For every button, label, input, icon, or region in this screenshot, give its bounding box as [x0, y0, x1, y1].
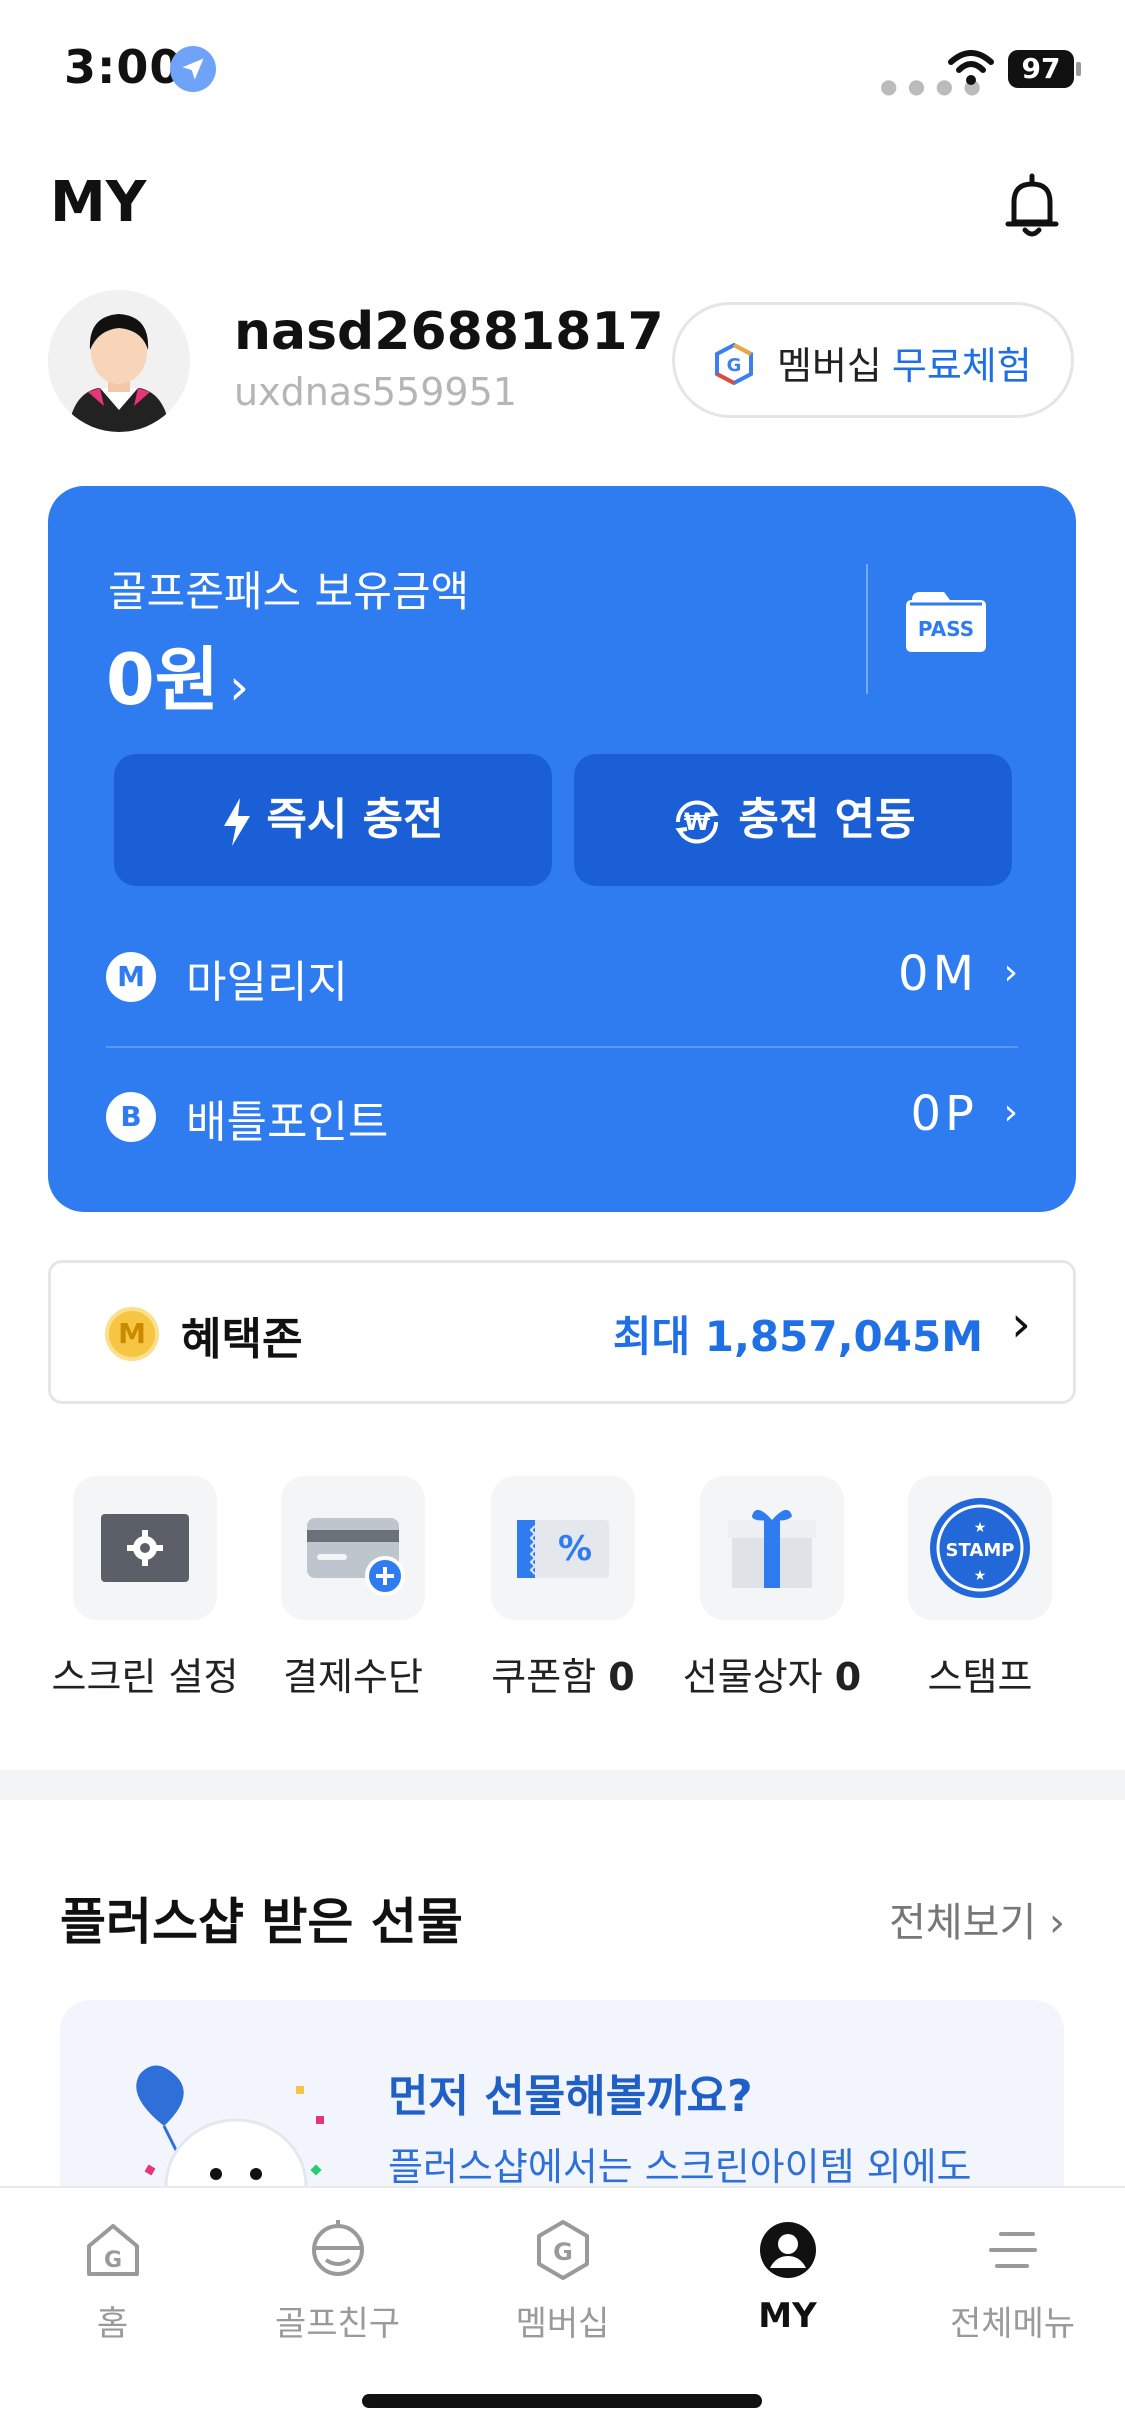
benefit-zone-value: 최대 1,857,045M — [612, 1312, 983, 1361]
chevron-right-icon: › — [1003, 1092, 1018, 1133]
mileage-row[interactable]: M 마일리지 0M › — [106, 926, 1018, 1026]
tab-label: 홈 — [96, 2304, 129, 2344]
mileage-label: 마일리지 — [186, 957, 348, 1008]
profile-user-id: uxdnas559951 — [234, 370, 517, 414]
shortcut-label: 스탬프 — [927, 1655, 1033, 1699]
battle-point-badge-icon: B — [106, 1092, 156, 1142]
pass-balance-label: 골프존패스 보유금액 — [108, 567, 470, 616]
tab-all-menu[interactable]: 전체메뉴 — [900, 2218, 1125, 2345]
svg-text:★: ★ — [974, 1520, 987, 1536]
mileage-value: 0M — [898, 946, 978, 1002]
golfzon-g-icon: G — [715, 343, 753, 385]
shortcut-gift-box[interactable]: 선물상자 0 — [667, 1476, 877, 1701]
menu-icon — [988, 2232, 1037, 2268]
status-time: 3:00 — [64, 40, 183, 94]
home-icon: G — [86, 2224, 139, 2276]
battle-point-value: 0P — [910, 1086, 978, 1142]
shortcut-label: 결제수단 — [283, 1655, 423, 1699]
svg-text:₩: ₩ — [684, 808, 711, 836]
svg-text:STAMP: STAMP — [946, 1540, 1015, 1561]
location-arrow-icon — [170, 46, 216, 92]
svg-text:G: G — [727, 355, 742, 376]
benefit-zone-label: 혜택존 — [181, 1314, 303, 1365]
membership-trial-highlight: 무료체험 — [891, 344, 1032, 388]
svg-text:PASS: PASS — [918, 617, 974, 641]
gifts-view-all-link[interactable]: 전체보기 › — [889, 1890, 1065, 1948]
row-divider — [106, 1046, 1018, 1048]
tab-label: 멤버십 — [515, 2304, 610, 2344]
chevron-right-icon: › — [229, 658, 250, 716]
shortcut-payment-method[interactable]: 결제수단 — [248, 1476, 458, 1701]
screen-settings-icon — [73, 1476, 217, 1620]
profile-nickname: nasd26881817 — [234, 302, 664, 362]
section-divider — [0, 1770, 1125, 1800]
battery-indicator: 97 — [1008, 50, 1074, 88]
shortcut-label: 쿠폰함 0 — [491, 1655, 635, 1699]
svg-text:★: ★ — [974, 1568, 987, 1584]
gift-count: 0 — [834, 1655, 862, 1699]
lightning-icon — [224, 798, 251, 846]
membership-trial-button[interactable]: G 멤버십 무료체험 — [672, 302, 1074, 418]
chevron-right-icon: › — [1049, 1900, 1065, 1946]
golf-friend-icon — [311, 2220, 364, 2276]
my-profile-icon — [759, 2222, 816, 2278]
tab-home[interactable]: G 홈 — [0, 2218, 225, 2345]
wifi-icon — [948, 50, 994, 85]
battery-tip — [1076, 62, 1081, 76]
mileage-coin-icon: M — [105, 1307, 159, 1361]
shortcut-label: 스크린 설정 — [51, 1655, 239, 1699]
tab-my[interactable]: MY — [675, 2218, 900, 2336]
battle-point-label: 배틀포인트 — [186, 1097, 389, 1148]
tab-label: MY — [758, 2296, 817, 2336]
chevron-right-icon: › — [1011, 1295, 1031, 1353]
gift-box-icon — [700, 1476, 844, 1620]
membership-button-label: 멤버십 무료체험 — [777, 344, 1032, 388]
shortcut-grid: 스크린 설정 결제수단 % 쿠폰함 0 선물상자 0 STAMP ★ ★ 스탬프 — [0, 1476, 1125, 1706]
charge-link-button[interactable]: ₩ 충전 연동 — [574, 754, 1012, 886]
status-bar: 3:00 ● ● ● ● 97 — [0, 0, 1125, 140]
stamp-icon: STAMP ★ ★ — [908, 1476, 1052, 1620]
gifts-section-title: 플러스샵 받은 선물 — [60, 1893, 463, 1951]
avatar[interactable] — [48, 290, 190, 432]
instant-charge-button[interactable]: 즉시 충전 — [114, 754, 552, 886]
tab-golf-friends[interactable]: 골프친구 — [225, 2218, 450, 2345]
shortcut-screen-settings[interactable]: 스크린 설정 — [40, 1476, 250, 1701]
battle-point-row[interactable]: B 배틀포인트 0P › — [106, 1066, 1018, 1166]
home-indicator[interactable] — [362, 2394, 762, 2408]
notification-bell-icon[interactable] — [1000, 172, 1064, 240]
tab-label: 전체메뉴 — [949, 2304, 1076, 2344]
shortcut-stamp[interactable]: STAMP ★ ★ 스탬프 — [875, 1476, 1085, 1701]
gift-card-text: 플러스샵에서는 스크린아이템 외에도 — [388, 2145, 972, 2189]
card-vertical-divider — [866, 564, 868, 694]
golfzon-pass-card: 골프존패스 보유금액 0원 › PASS 즉시 충전 ₩ 충전 연동 M 마일리지… — [48, 486, 1076, 1212]
shortcut-label: 선물상자 0 — [682, 1655, 862, 1699]
shortcut-coupon-box[interactable]: % 쿠폰함 0 — [458, 1476, 668, 1701]
gift-card-title: 먼저 선물해볼까요? — [388, 2071, 753, 2122]
membership-icon: G — [536, 2220, 589, 2280]
tab-membership[interactable]: G 멤버십 — [450, 2218, 675, 2345]
tab-label: 골프친구 — [274, 2304, 401, 2344]
svg-text:G: G — [553, 2238, 573, 2266]
pass-balance-amount[interactable]: 0원 › — [106, 624, 249, 725]
benefit-zone-row[interactable]: M 혜택존 최대 1,857,045M › — [48, 1260, 1076, 1404]
svg-text:G: G — [103, 2248, 121, 2273]
mileage-badge-icon: M — [106, 952, 156, 1002]
page-title: MY — [50, 170, 147, 235]
coupon-count: 0 — [608, 1655, 635, 1699]
chevron-right-icon: › — [1003, 952, 1018, 993]
won-sync-icon: ₩ — [675, 800, 719, 844]
svg-text:%: % — [558, 1529, 592, 1569]
coupon-icon: % — [491, 1476, 635, 1620]
pass-wallet-icon[interactable]: PASS — [904, 590, 988, 654]
payment-card-icon — [281, 1476, 425, 1620]
